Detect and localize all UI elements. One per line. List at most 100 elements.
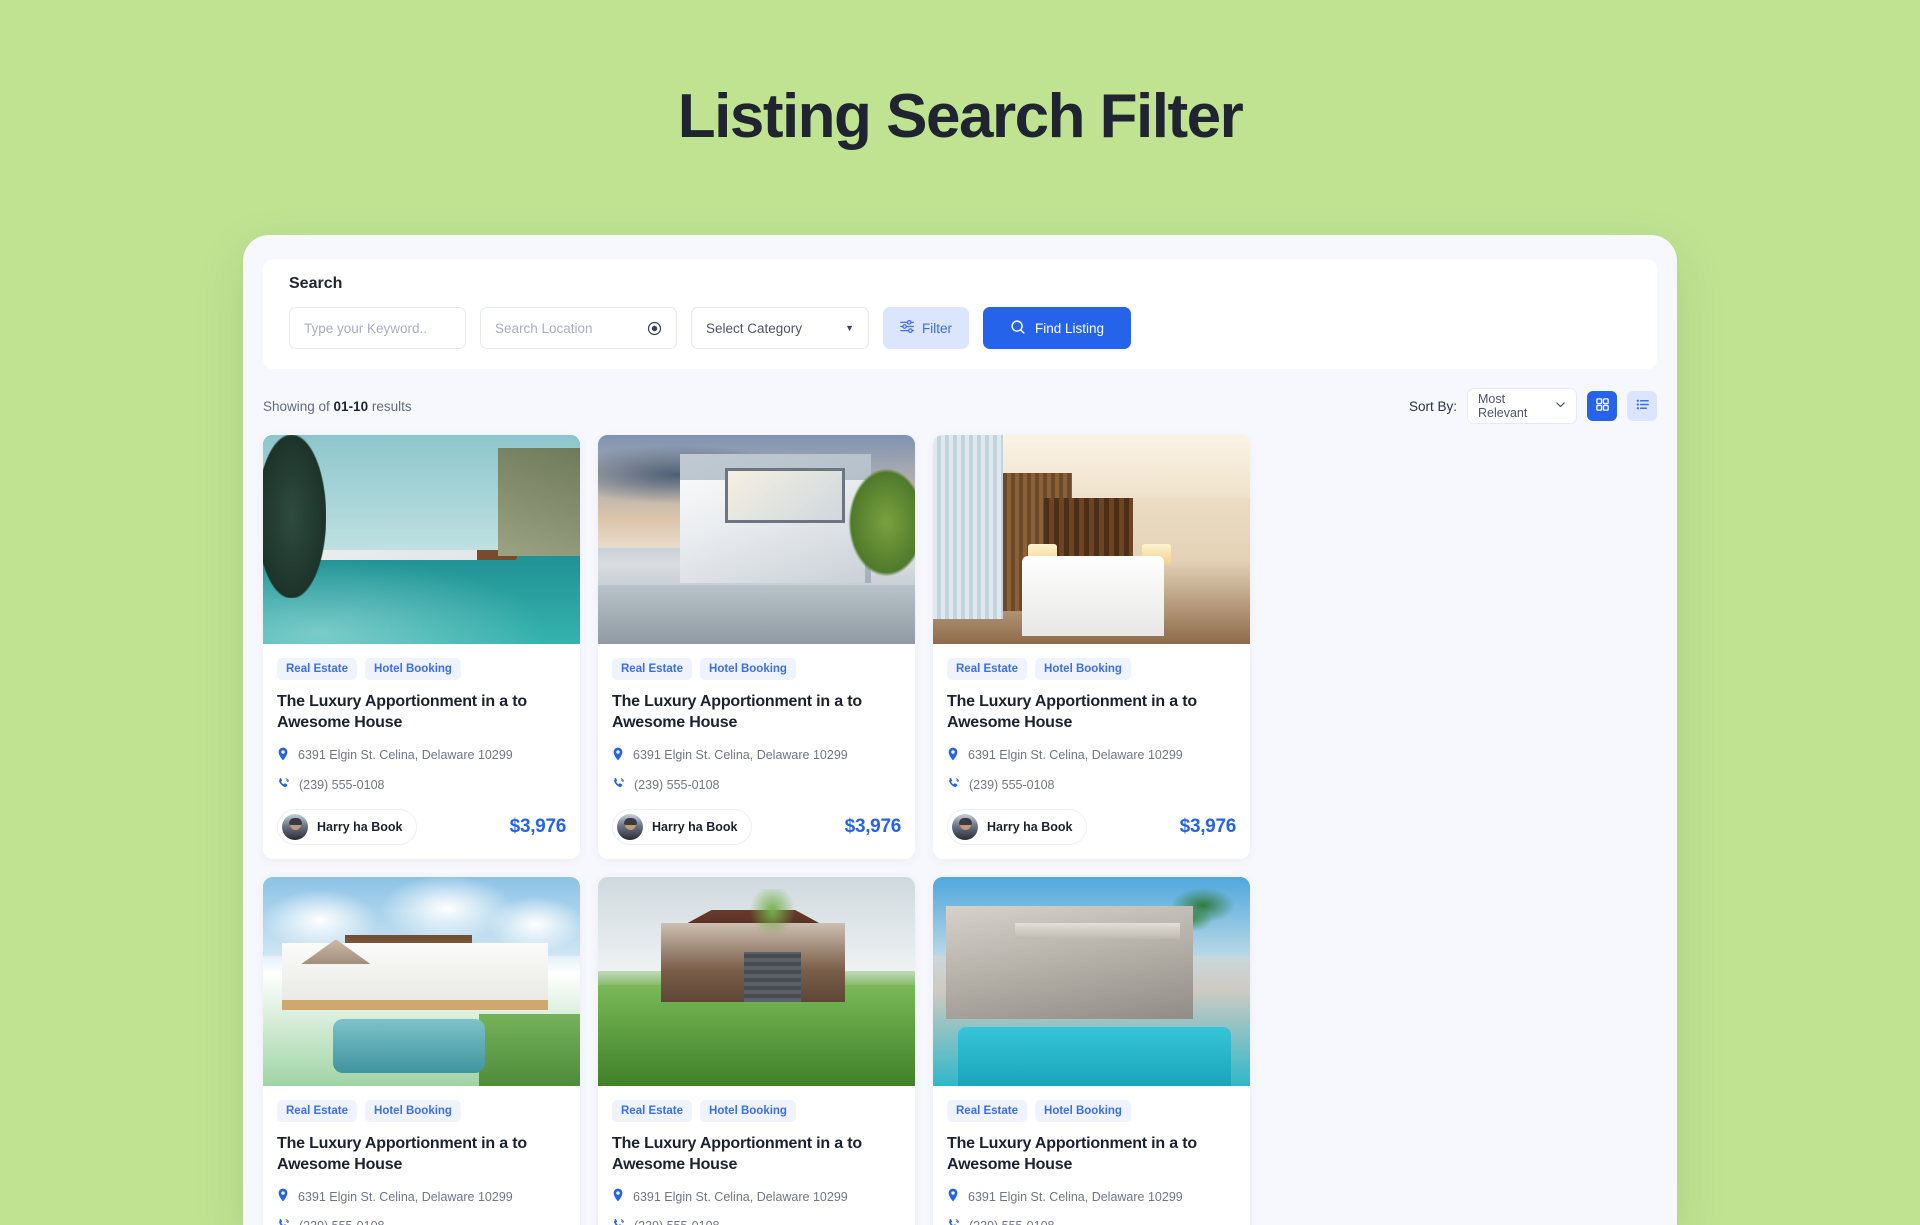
avatar: [952, 813, 978, 840]
listing-tag[interactable]: Real Estate: [612, 658, 693, 680]
listing-tags: Real Estate Hotel Booking: [947, 1099, 1236, 1122]
listing-address: 6391 Elgin St. Celina, Delaware 10299: [298, 748, 513, 763]
listing-title[interactable]: The Luxury Apportionment in a to Awesome…: [277, 691, 566, 734]
listing-grid: Real Estate Hotel Booking The Luxury Appo…: [263, 435, 1657, 1225]
listing-card-footer: Harry ha Book $3,976: [612, 808, 901, 845]
results-count: Showing of 01-10 results: [263, 399, 412, 414]
map-pin-icon: [612, 1188, 624, 1205]
listing-phone: (239) 555-0108: [969, 1219, 1054, 1225]
listing-tag[interactable]: Real Estate: [277, 658, 358, 680]
listing-image: [598, 876, 915, 1086]
listing-phone-row[interactable]: (239) 555-0108: [277, 777, 566, 793]
listing-phone: (239) 555-0108: [969, 777, 1055, 792]
agent-chip[interactable]: Harry ha Book: [947, 808, 1088, 845]
listing-phone-row[interactable]: (239) 555-0108: [612, 777, 901, 793]
find-listing-label: Find Listing: [1034, 320, 1105, 336]
listing-title[interactable]: The Luxury Apportionment in a to Awesome…: [612, 1133, 901, 1176]
map-pin-icon: [277, 1188, 289, 1205]
listing-card[interactable]: Real Estate Hotel Booking The Luxury Appo…: [598, 435, 915, 859]
keyword-field[interactable]: [289, 307, 466, 349]
listing-tags: Real Estate Hotel Booking: [947, 658, 1236, 680]
phone-ring-icon: [277, 777, 290, 793]
listing-image: [933, 876, 1250, 1086]
listing-phone: (239) 555-0108: [299, 1219, 384, 1225]
target-icon[interactable]: [647, 321, 662, 336]
location-field[interactable]: [480, 307, 677, 349]
page-title: Listing Search Filter: [677, 82, 1244, 151]
listing-card[interactable]: Real Estate Hotel Booking The Luxury Appo…: [263, 876, 580, 1225]
listing-card-footer: Harry ha Book $3,976: [947, 808, 1237, 845]
filter-button-label: Filter: [922, 320, 952, 336]
listing-tag[interactable]: Hotel Booking: [365, 658, 461, 680]
listing-phone: (239) 555-0108: [634, 777, 720, 792]
location-input[interactable]: [495, 320, 647, 336]
chevron-down-icon: [1555, 397, 1566, 415]
listing-card[interactable]: Real Estate Hotel Booking The Luxury Appo…: [263, 435, 580, 859]
search-panel-label: Search: [289, 275, 343, 292]
listing-title[interactable]: The Luxury Apportionment in a to Awesome…: [277, 1133, 566, 1176]
listing-tag[interactable]: Real Estate: [947, 1099, 1028, 1122]
listing-tag[interactable]: Real Estate: [947, 658, 1028, 680]
listing-title[interactable]: The Luxury Apportionment in a to Awesome…: [947, 1133, 1236, 1176]
agent-name: Harry ha Book: [652, 819, 738, 834]
listing-tags: Real Estate Hotel Booking: [612, 1099, 901, 1122]
listing-address-row: 6391 Elgin St. Celina, Delaware 10299: [947, 1188, 1236, 1205]
listing-tag[interactable]: Hotel Booking: [700, 1099, 796, 1122]
caret-down-icon: ▼: [845, 323, 854, 333]
listing-card[interactable]: Real Estate Hotel Booking The Luxury Appo…: [598, 876, 915, 1225]
listing-address-row: 6391 Elgin St. Celina, Delaware 10299: [277, 1188, 566, 1205]
listing-phone-row[interactable]: (239) 555-0108: [277, 1218, 566, 1225]
search-controls-row: Select Category ▼ Filter: [289, 307, 1131, 349]
listing-address-row: 6391 Elgin St. Celina, Delaware 10299: [612, 747, 901, 764]
agent-name: Harry ha Book: [317, 819, 403, 834]
agent-chip[interactable]: Harry ha Book: [277, 808, 418, 845]
avatar: [617, 813, 643, 840]
listing-tags: Real Estate Hotel Booking: [612, 658, 901, 680]
listing-address-row: 6391 Elgin St. Celina, Delaware 10299: [612, 1188, 901, 1205]
sort-by-select[interactable]: Most Relevant: [1467, 388, 1577, 424]
map-pin-icon: [947, 1188, 959, 1205]
listing-address: 6391 Elgin St. Celina, Delaware 10299: [633, 1189, 848, 1204]
map-pin-icon: [277, 747, 289, 764]
avatar: [282, 813, 308, 840]
listing-card[interactable]: Real Estate Hotel Booking The Luxury Appo…: [933, 435, 1250, 859]
filter-button[interactable]: Filter: [883, 307, 969, 349]
category-select[interactable]: Select Category ▼: [691, 307, 869, 349]
results-toolbar: Showing of 01-10 results Sort By: Most R…: [263, 388, 1657, 424]
listing-title[interactable]: The Luxury Apportionment in a to Awesome…: [947, 691, 1236, 734]
phone-ring-icon: [612, 1218, 625, 1225]
search-input[interactable]: [304, 320, 451, 336]
listing-phone-row[interactable]: (239) 555-0108: [947, 777, 1236, 793]
category-select-value: Select Category: [706, 320, 803, 336]
listing-phone-row[interactable]: (239) 555-0108: [612, 1218, 901, 1225]
listing-phone-row[interactable]: (239) 555-0108: [947, 1218, 1236, 1225]
listing-tag[interactable]: Hotel Booking: [700, 658, 796, 680]
listing-card[interactable]: Real Estate Hotel Booking The Luxury Appo…: [933, 876, 1250, 1225]
find-listing-button[interactable]: Find Listing: [983, 307, 1131, 349]
listing-image: [263, 876, 580, 1086]
sort-by-value: Most Relevant: [1478, 392, 1528, 420]
grid-view-icon: [1595, 397, 1610, 415]
listing-tag[interactable]: Real Estate: [612, 1099, 693, 1122]
listing-title[interactable]: The Luxury Apportionment in a to Awesome…: [612, 691, 901, 734]
listing-image: [933, 435, 1250, 644]
listing-card-footer: Harry ha Book $3,976: [277, 808, 566, 845]
listing-tag[interactable]: Real Estate: [277, 1099, 358, 1122]
listing-card-body: Real Estate Hotel Booking The Luxury Appo…: [933, 1086, 1250, 1225]
listing-tag[interactable]: Hotel Booking: [365, 1099, 461, 1122]
listing-price: $3,976: [1179, 815, 1237, 837]
phone-ring-icon: [277, 1218, 290, 1225]
listing-tag[interactable]: Hotel Booking: [1035, 1099, 1131, 1122]
search-panel: Search Select Category ▼: [263, 259, 1657, 369]
listing-tag[interactable]: Hotel Booking: [1035, 658, 1131, 680]
listing-phone: (239) 555-0108: [634, 1219, 719, 1225]
grid-view-toggle[interactable]: [1587, 391, 1617, 421]
phone-ring-icon: [947, 777, 960, 793]
listing-image: [598, 435, 915, 644]
listing-card-body: Real Estate Hotel Booking The Luxury Appo…: [598, 644, 915, 859]
map-pin-icon: [947, 747, 959, 764]
agent-chip[interactable]: Harry ha Book: [612, 808, 753, 845]
listing-tags: Real Estate Hotel Booking: [277, 658, 566, 680]
list-view-toggle[interactable]: [1627, 391, 1657, 421]
sliders-icon: [900, 319, 915, 337]
